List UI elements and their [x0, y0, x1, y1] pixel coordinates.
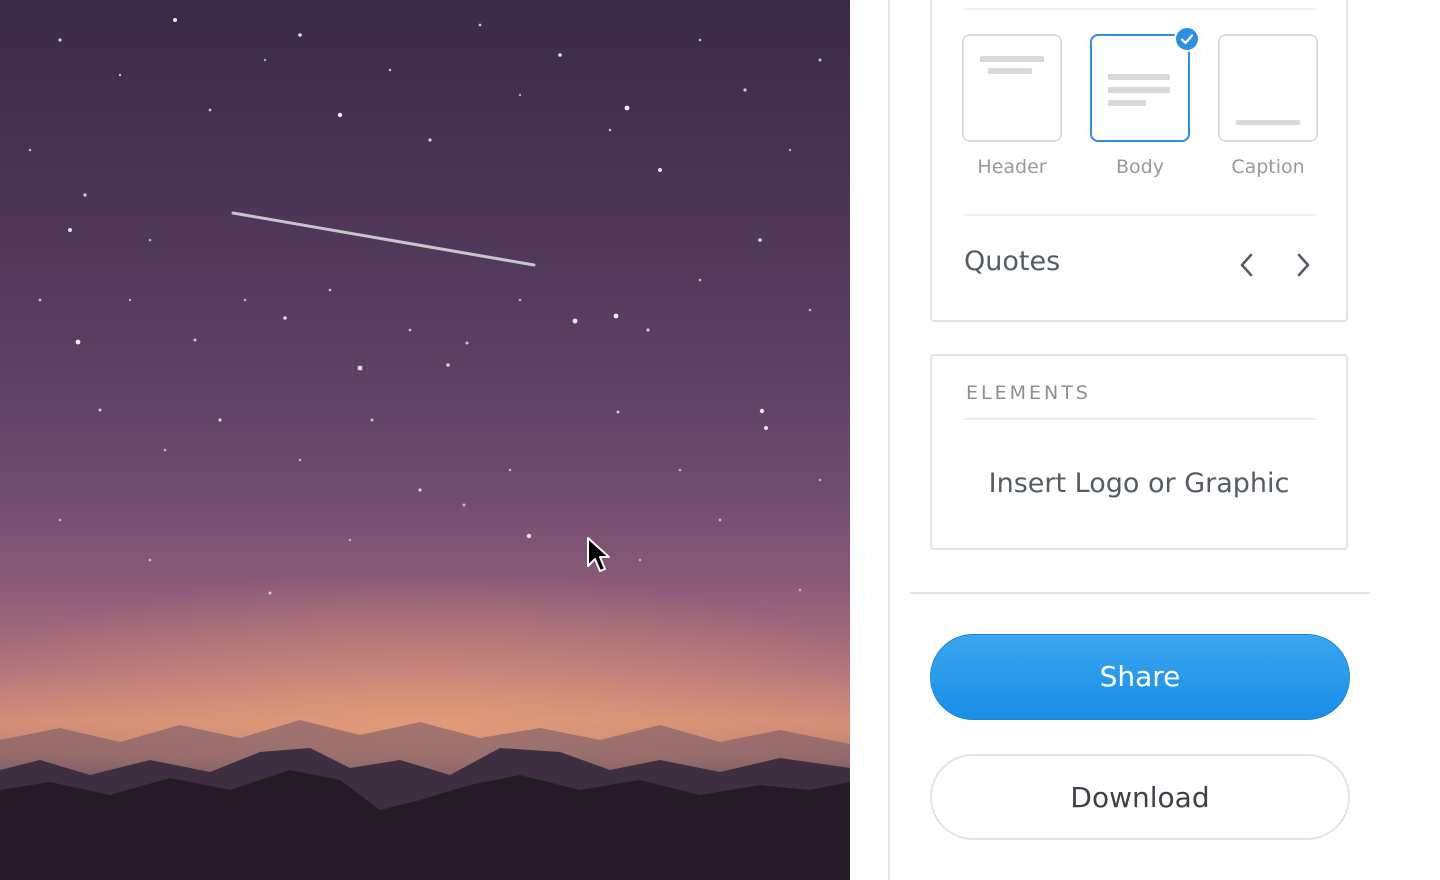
- header-line-icon: [980, 56, 1044, 62]
- body-line-icon: [1108, 100, 1146, 106]
- separator-line: [964, 8, 1316, 10]
- share-button[interactable]: Share: [930, 634, 1350, 720]
- text-style-label: Header: [977, 156, 1047, 178]
- check-icon: [1174, 26, 1200, 52]
- mouse-cursor-icon: [586, 536, 612, 580]
- elements-heading: ELEMENTS: [966, 382, 1091, 404]
- text-panel: Header Body Caption Quotes: [930, 0, 1348, 322]
- separator-line: [964, 214, 1316, 216]
- quotes-title: Quotes: [964, 246, 1061, 277]
- panel-divider: [888, 0, 890, 880]
- body-line-icon: [1108, 74, 1170, 80]
- text-style-card-caption[interactable]: [1218, 34, 1318, 142]
- header-line-icon: [988, 68, 1032, 74]
- download-button[interactable]: Download: [930, 754, 1350, 840]
- chevron-right-icon[interactable]: [1288, 250, 1318, 280]
- elements-panel: ELEMENTS Insert Logo or Graphic: [930, 354, 1348, 550]
- starry-sky-illustration: [0, 18, 850, 880]
- insert-logo-button[interactable]: Insert Logo or Graphic: [932, 468, 1346, 499]
- text-style-card-header[interactable]: [962, 34, 1062, 142]
- body-line-icon: [1108, 87, 1170, 93]
- caption-line-icon: [1236, 120, 1300, 125]
- text-style-card-body[interactable]: [1090, 26, 1200, 142]
- text-style-label: Body: [1116, 156, 1164, 178]
- design-canvas-image[interactable]: [0, 0, 850, 880]
- actions-divider: [910, 592, 1370, 594]
- text-style-label: Caption: [1231, 156, 1305, 178]
- chevron-left-icon[interactable]: [1232, 250, 1262, 280]
- separator-line: [964, 418, 1316, 420]
